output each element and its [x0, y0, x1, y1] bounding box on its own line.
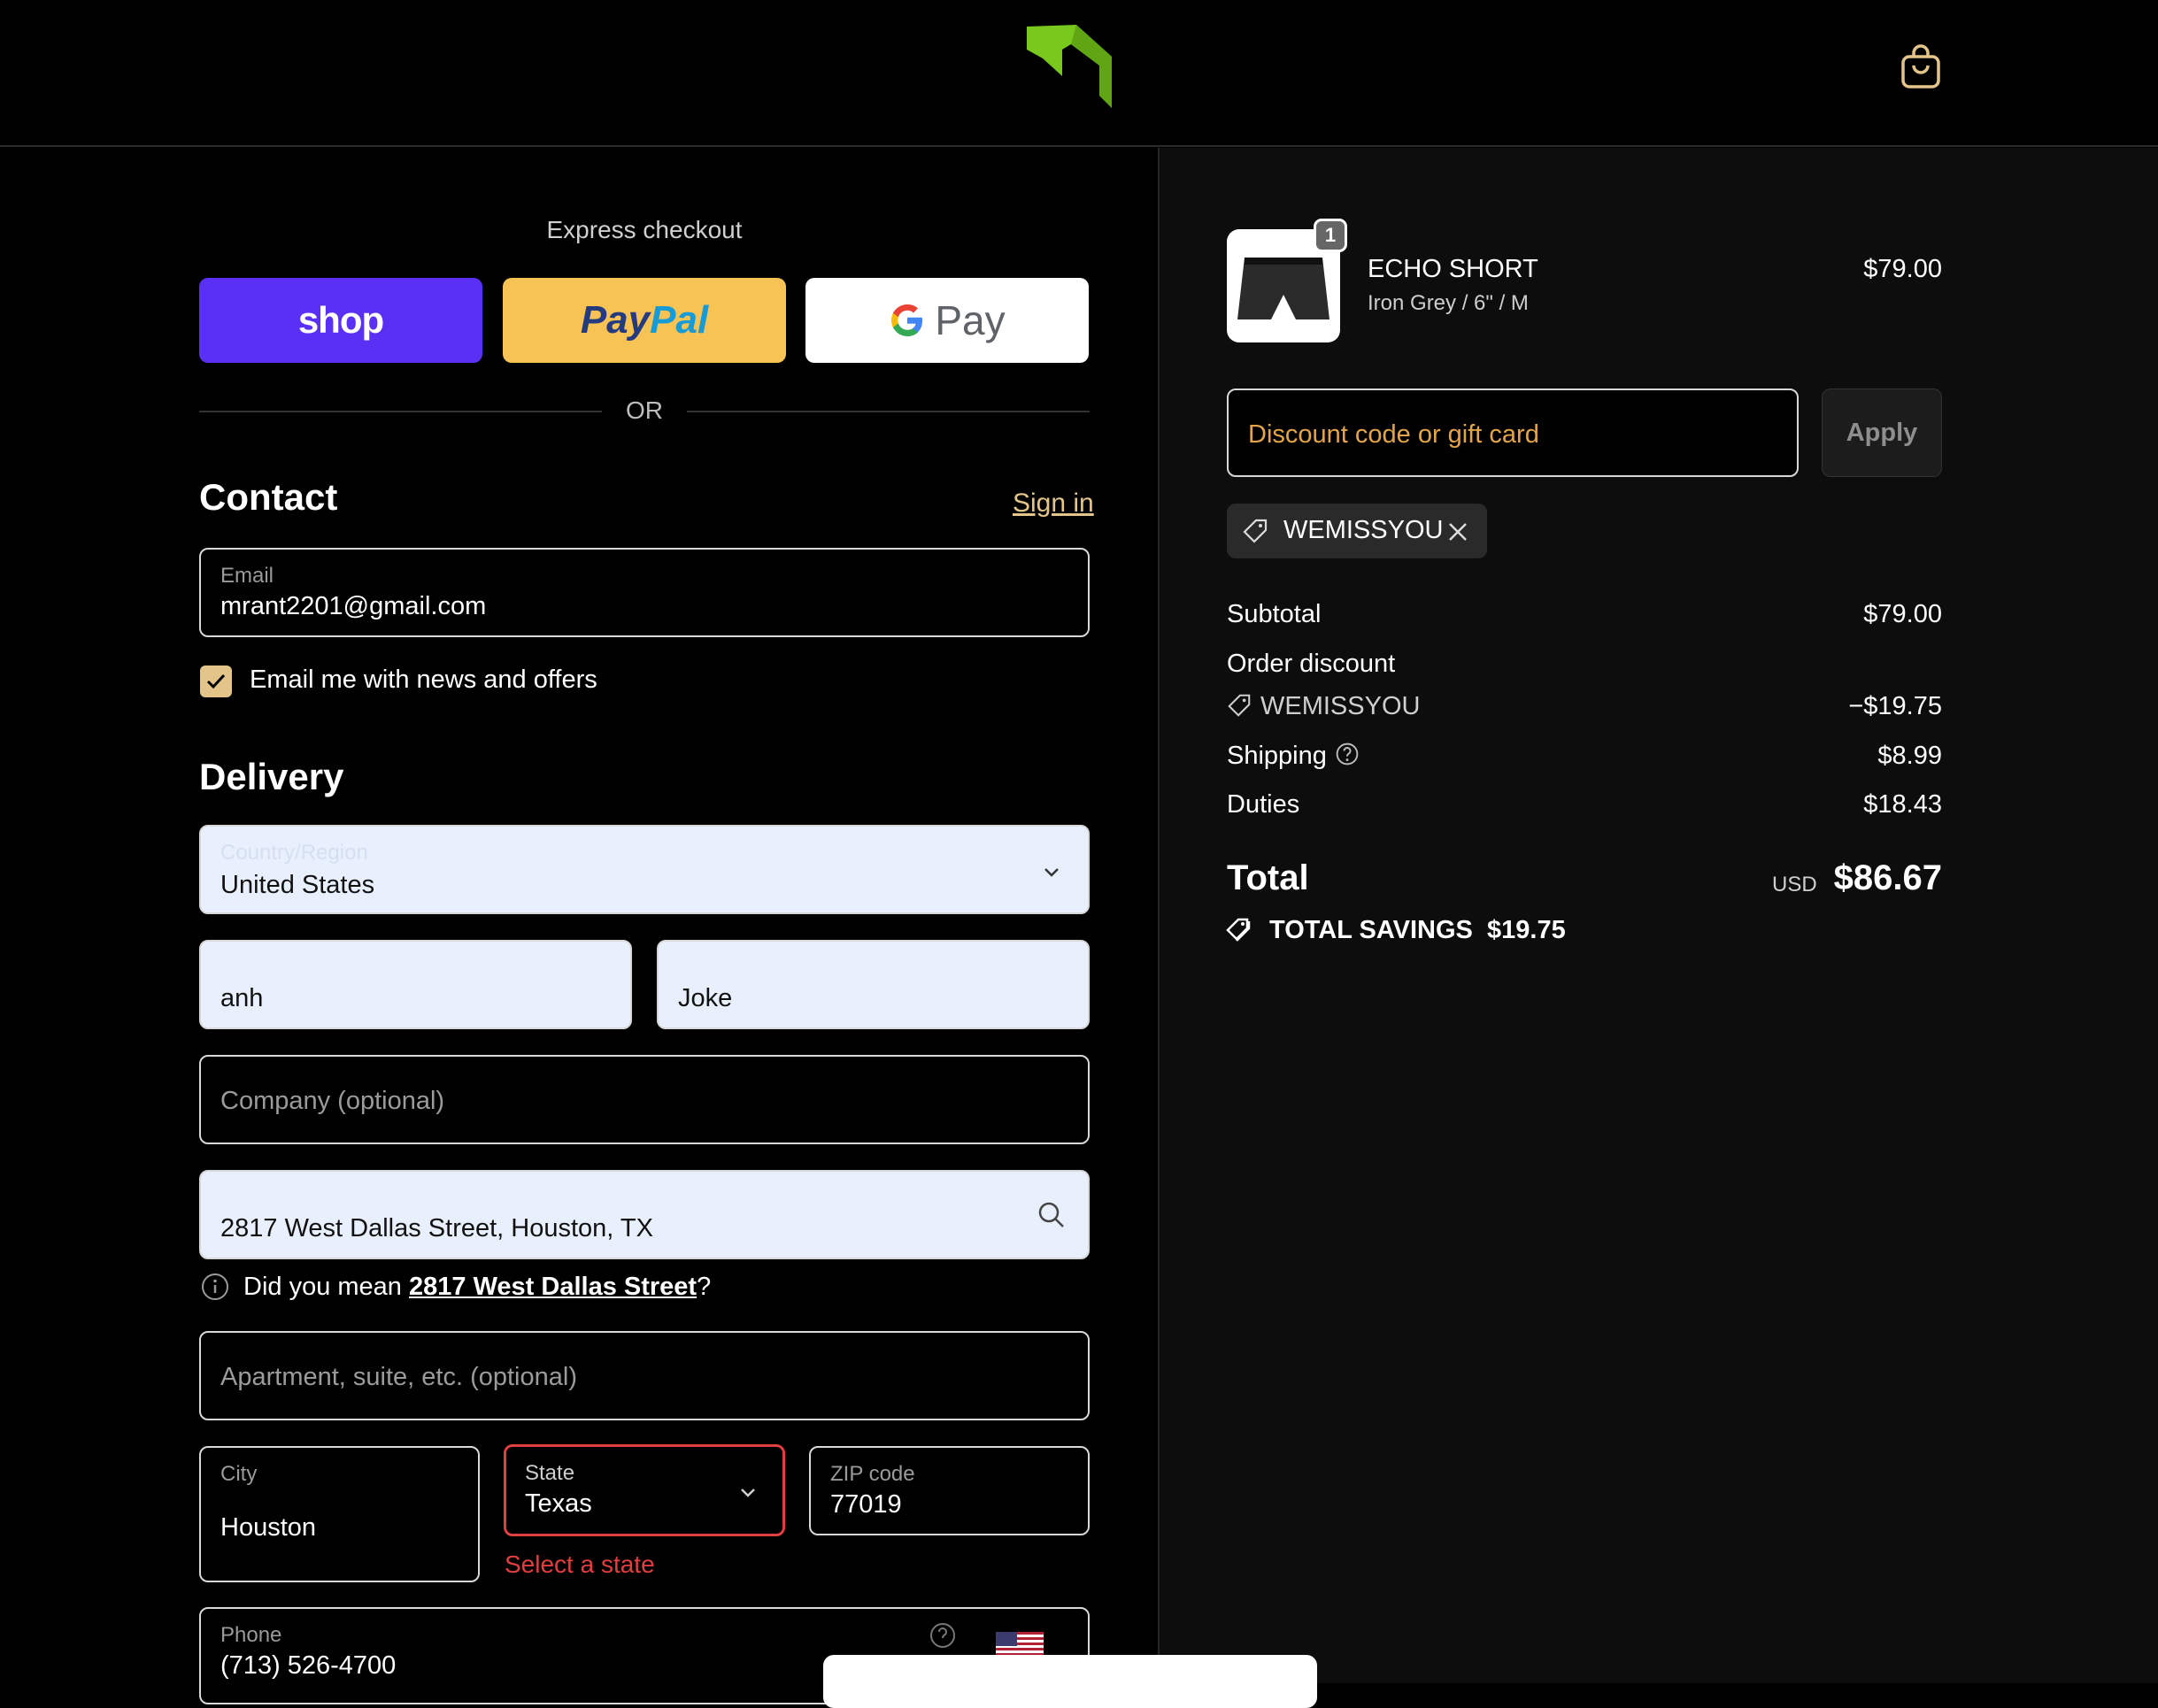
company-field[interactable]: Company (optional)	[199, 1055, 1090, 1144]
shipping-value: $8.99	[1877, 742, 1942, 770]
discount-value: −$19.75	[1848, 692, 1942, 720]
or-separator: OR	[626, 396, 663, 424]
discount-code-field[interactable]: Discount code or gift card	[1227, 389, 1799, 477]
total-savings: TOTAL SAVINGS $19.75	[1269, 916, 1566, 944]
address-suggestion: Did you mean 2817 West Dallas Street?	[243, 1273, 712, 1301]
duties-label: Duties	[1227, 790, 1300, 819]
suggested-address-link[interactable]: 2817 West Dallas Street	[409, 1273, 697, 1301]
search-icon[interactable]	[1037, 1200, 1067, 1230]
product-variant: Iron Grey / 6" / M	[1368, 291, 1529, 315]
order-discount-label: Order discount	[1227, 650, 1396, 678]
address-field[interactable]: 2817 West Dallas Street, Houston, TX	[199, 1170, 1090, 1259]
chevron-down-icon	[741, 1489, 755, 1497]
chevron-down-icon	[1044, 868, 1059, 877]
shopping-bag-icon[interactable]	[1900, 44, 1942, 90]
google-pay-button[interactable]: Pay	[805, 278, 1089, 363]
divider-left	[199, 411, 602, 412]
help-icon[interactable]	[1335, 742, 1360, 766]
total-value: $86.67	[1833, 858, 1942, 897]
paypal-button[interactable]: Pay Pal	[503, 278, 786, 363]
newsletter-label: Email me with news and offers	[250, 666, 597, 694]
sign-in-link[interactable]: Sign in	[1013, 489, 1094, 519]
state-select[interactable]: State Texas	[504, 1444, 785, 1536]
discount-code-label: WEMISSYOU	[1260, 692, 1421, 720]
tag-icon	[1228, 694, 1251, 717]
delivery-title: Delivery	[199, 756, 344, 797]
last-name-field[interactable]: Joke	[657, 940, 1090, 1029]
close-icon[interactable]	[1446, 520, 1469, 543]
product-price: $79.00	[1863, 255, 1942, 283]
first-name-field[interactable]: anh	[199, 940, 632, 1029]
country-select[interactable]: Country/Region United States	[199, 825, 1090, 914]
country-notification-toast	[823, 1655, 1317, 1708]
applied-discount-chip: WEMISSYOU	[1227, 504, 1487, 558]
express-checkout-title: Express checkout	[546, 216, 743, 243]
savings-tags-icon	[1226, 918, 1251, 942]
subtotal-label: Subtotal	[1227, 600, 1322, 628]
contact-title: Contact	[199, 476, 338, 518]
city-field[interactable]: City Houston	[199, 1446, 480, 1582]
shipping-label: Shipping	[1227, 742, 1327, 770]
shop-pay-button[interactable]: shop	[199, 278, 482, 363]
currency-label: USD	[1772, 873, 1817, 896]
email-field[interactable]: Email mrant2201@gmail.com	[199, 548, 1090, 637]
apartment-field[interactable]: Apartment, suite, etc. (optional)	[199, 1331, 1090, 1420]
help-icon[interactable]	[929, 1621, 957, 1650]
google-g-icon	[891, 304, 923, 336]
total-label: Total	[1227, 858, 1309, 897]
tag-icon	[1243, 519, 1268, 543]
state-error-message: Select a state	[505, 1550, 655, 1578]
apply-discount-button[interactable]: Apply	[1822, 389, 1942, 477]
brand-logo-icon[interactable]	[1025, 21, 1114, 110]
zip-field[interactable]: ZIP code 77019	[809, 1446, 1090, 1535]
quantity-badge: 1	[1314, 219, 1347, 252]
info-icon	[202, 1273, 228, 1300]
divider-right	[687, 411, 1090, 412]
subtotal-value: $79.00	[1863, 600, 1942, 628]
check-icon	[206, 673, 226, 689]
duties-value: $18.43	[1863, 790, 1942, 819]
product-name: ECHO SHORT	[1368, 255, 1538, 283]
newsletter-checkbox[interactable]	[200, 666, 232, 697]
